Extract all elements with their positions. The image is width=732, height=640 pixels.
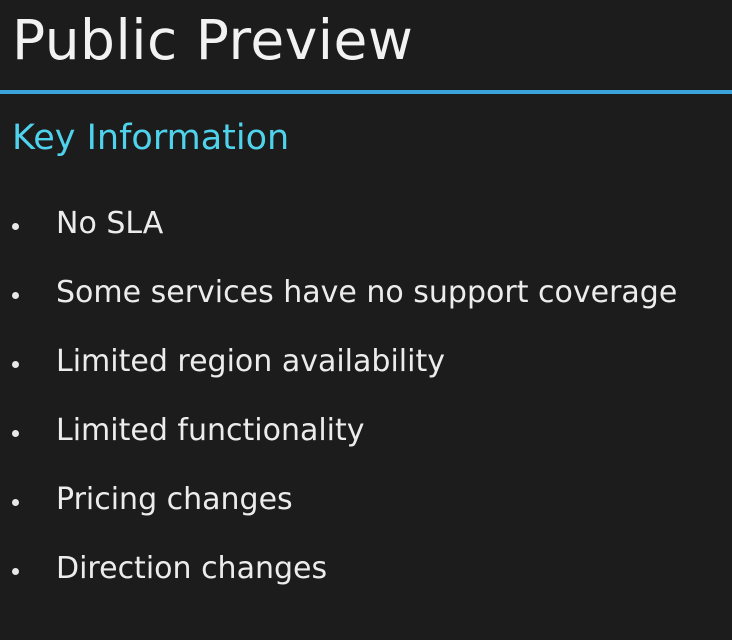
bullet-text: No SLA [56, 206, 164, 241]
bullet-dot-icon [12, 223, 19, 230]
bullet-item: Pricing changes [0, 466, 732, 535]
bullet-text: Pricing changes [56, 482, 293, 517]
bullet-dot-icon [12, 499, 19, 506]
slide-title: Public Preview [12, 8, 414, 72]
bullet-text: Limited region availability [56, 344, 445, 379]
bullet-text: Some services have no support coverage [56, 275, 678, 310]
bullet-text: Direction changes [56, 551, 328, 586]
bullet-item: Direction changes [0, 535, 732, 604]
bullet-text: Limited functionality [56, 413, 365, 448]
bullet-item: Some services have no support coverage [0, 259, 732, 328]
bullet-item: No SLA [0, 190, 732, 259]
bullet-dot-icon [12, 430, 19, 437]
title-divider [0, 90, 732, 94]
bullet-item: Limited functionality [0, 397, 732, 466]
section-heading: Key Information [12, 118, 290, 158]
bullet-dot-icon [12, 292, 19, 299]
slide: Public Preview Key Information No SLA So… [0, 0, 732, 640]
bullet-item: Limited region availability [0, 328, 732, 397]
bullet-list: No SLA Some services have no support cov… [0, 190, 732, 604]
bullet-dot-icon [12, 568, 19, 575]
bullet-dot-icon [12, 361, 19, 368]
